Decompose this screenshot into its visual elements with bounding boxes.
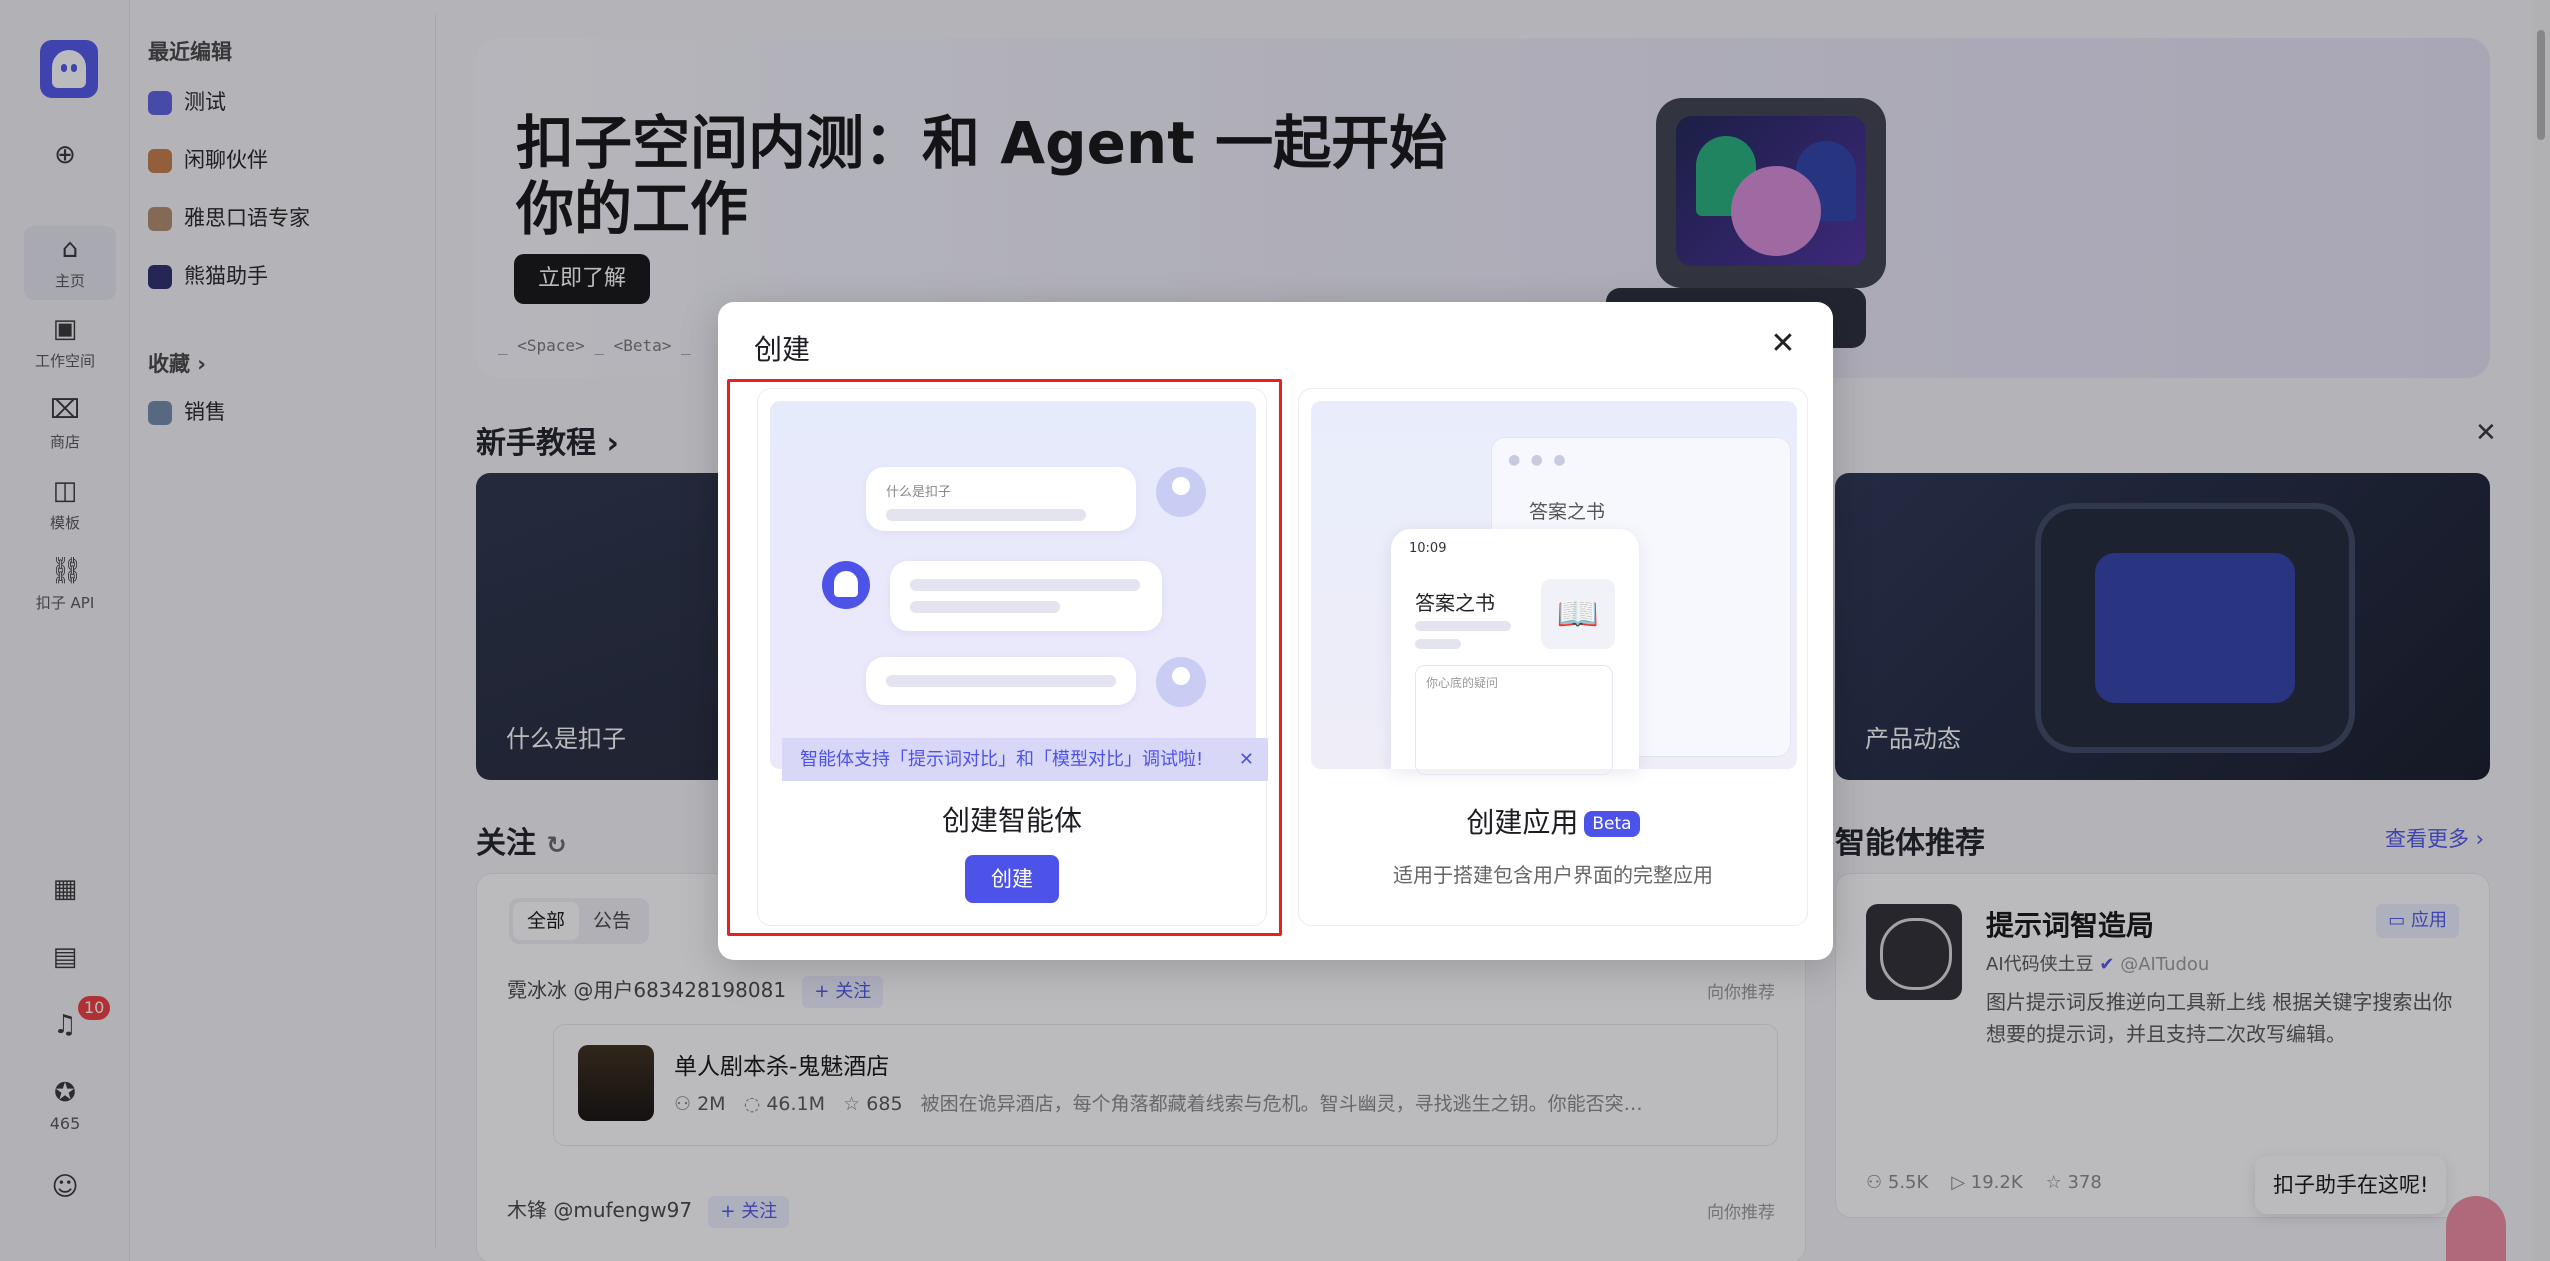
- phone-preview: 10:09 答案之书 📖 你心底的疑问: [1391, 529, 1639, 775]
- create-dialog: 创建 ✕ 什么是扣子 智能体支持「提示词对比」和「模型对比」调试啦! ✕ 创建智…: [718, 302, 1833, 960]
- create-button[interactable]: 创建: [965, 855, 1059, 903]
- window-title: 答案之书: [1529, 501, 1606, 523]
- app-preview: ● ● ● 答案之书 10:09 答案之书 📖 你心底的疑问: [1311, 401, 1797, 775]
- user-avatar: [1156, 657, 1206, 707]
- feature-notice: 智能体支持「提示词对比」和「模型对比」调试啦! ✕: [782, 738, 1268, 781]
- create-app-option[interactable]: ● ● ● 答案之书 10:09 答案之书 📖 你心底的疑问 创建应用 Beta …: [1298, 388, 1808, 926]
- close-icon[interactable]: ✕: [1765, 326, 1801, 362]
- book-icon: 📖: [1541, 579, 1615, 649]
- create-agent-option[interactable]: 什么是扣子 智能体支持「提示词对比」和「模型对比」调试啦! ✕ 创建智能体 创建: [757, 388, 1268, 926]
- user-avatar: [1156, 467, 1206, 517]
- option-name: 创建应用 Beta: [1299, 801, 1807, 841]
- bot-avatar: [822, 561, 870, 609]
- preview-question: 什么是扣子: [886, 485, 952, 500]
- dialog-title: 创建: [754, 333, 811, 366]
- agent-preview: 什么是扣子 智能体支持「提示词对比」和「模型对比」调试啦! ✕: [770, 401, 1268, 781]
- option-description: 适用于搭建包含用户界面的完整应用: [1393, 863, 1713, 887]
- close-icon[interactable]: ✕: [1239, 738, 1254, 781]
- option-name: 创建智能体: [941, 804, 1082, 837]
- beta-badge: Beta: [1584, 811, 1640, 837]
